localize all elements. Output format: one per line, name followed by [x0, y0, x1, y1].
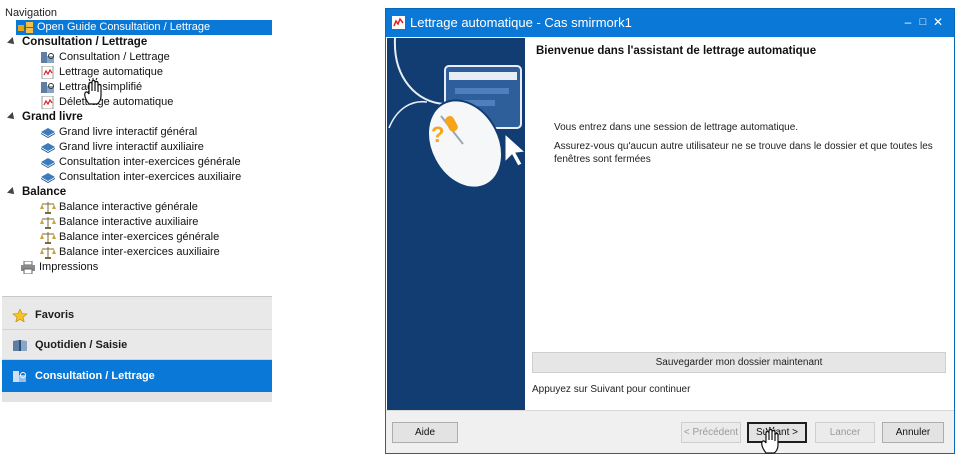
section-label: Consultation / Lettrage — [35, 370, 155, 382]
consultation-icon — [40, 51, 56, 64]
cancel-button[interactable]: Annuler — [882, 422, 944, 443]
open-book-icon — [12, 339, 28, 352]
tree-item-label: Impressions — [39, 261, 99, 273]
section-partial[interactable] — [2, 392, 272, 402]
balance-scale-icon — [40, 216, 56, 229]
collapse-arrow-icon[interactable] — [7, 187, 17, 197]
printer-icon — [20, 260, 36, 274]
tree-group-grand-livre[interactable]: Grand livre — [2, 110, 272, 125]
continue-hint: Appuyez sur Suivant pour continuer — [532, 384, 691, 395]
minimize-button[interactable]: – — [902, 13, 914, 31]
tree-item-label: Balance interactive générale — [59, 201, 198, 213]
ledger-book-icon — [40, 126, 56, 139]
tree-item-balance-interactive-generale[interactable]: Balance interactive générale — [2, 200, 272, 215]
tree-item-grand-livre-general[interactable]: Grand livre interactif général — [2, 125, 272, 140]
section-favoris[interactable]: Favoris — [2, 300, 272, 330]
mouse-illustration-icon: ? — [388, 38, 525, 189]
tree-item-label: Lettrage automatique — [59, 66, 163, 78]
wizard-side-banner: ? — [387, 38, 525, 410]
tree-item-label: Consultation inter-exercices générale — [59, 156, 241, 168]
tree-item-balance-inter-exercices-auxiliaire[interactable]: Balance inter-exercices auxiliaire — [2, 245, 272, 260]
ledger-book-icon — [40, 141, 56, 154]
tree-item-consultation-lettrage[interactable]: Consultation / Lettrage — [2, 50, 272, 65]
navigation-tree: Open Guide Consultation / Lettrage Consu… — [2, 20, 272, 275]
title-bar[interactable]: Lettrage automatique - Cas smirmork1 – □… — [386, 9, 954, 37]
consultation-icon — [40, 81, 56, 94]
wizard-heading: Bienvenue dans l'assistant de lettrage a… — [536, 45, 817, 57]
section-label: Favoris — [35, 309, 75, 321]
tree-item-label: Consultation / Lettrage — [59, 51, 170, 63]
balance-scale-icon — [40, 201, 56, 214]
launch-button[interactable]: Lancer — [815, 422, 875, 443]
maximize-button[interactable]: □ — [917, 13, 929, 31]
help-button[interactable]: Aide — [392, 422, 458, 443]
tree-item-label: Grand livre interactif auxiliaire — [59, 141, 204, 153]
hand-cursor-icon — [761, 426, 779, 454]
section-label: Quotidien / Saisie — [35, 339, 128, 351]
tree-item-label: Open Guide Consultation / Lettrage — [37, 21, 211, 33]
intro-text: Vous entrez dans une session de lettrage… — [554, 122, 799, 133]
tree-item-balance-inter-exercices-generale[interactable]: Balance inter-exercices générale — [2, 230, 272, 245]
ledger-book-icon — [40, 171, 56, 184]
tree-item-inter-exercices-auxiliaire[interactable]: Consultation inter-exercices auxiliaire — [2, 170, 272, 185]
navigation-title: Navigation — [5, 7, 57, 19]
tree-item-balance-interactive-auxiliaire[interactable]: Balance interactive auxiliaire — [2, 215, 272, 230]
window-title: Lettrage automatique - Cas smirmork1 — [410, 15, 632, 30]
ledger-book-icon — [40, 156, 56, 169]
tree-item-inter-exercices-generale[interactable]: Consultation inter-exercices générale — [2, 155, 272, 170]
star-icon — [12, 308, 28, 322]
tree-item-label: Grand livre interactif général — [59, 126, 198, 138]
wizard-window: Lettrage automatique - Cas smirmork1 – □… — [385, 8, 955, 454]
tree-item-label: Délettrage automatique — [59, 96, 174, 108]
navigation-sections: Favoris Quotidien / Saisie Consultation … — [2, 296, 272, 402]
tree-group-label: Balance — [22, 186, 67, 198]
collapse-arrow-icon[interactable] — [7, 37, 17, 47]
hand-cursor-icon — [84, 77, 102, 105]
tree-group-label: Grand livre — [22, 111, 83, 123]
guide-icon — [18, 21, 34, 34]
tree-item-lettrage-simplifie[interactable]: Lettrage simplifié — [2, 80, 272, 95]
balance-scale-icon — [40, 246, 56, 259]
section-quotidien-saisie[interactable]: Quotidien / Saisie — [2, 330, 272, 360]
section-consultation-lettrage[interactable]: Consultation / Lettrage — [2, 360, 272, 392]
tree-item-label: Balance inter-exercices auxiliaire — [59, 246, 220, 258]
consultation-icon — [12, 370, 28, 383]
close-button[interactable]: ✕ — [932, 13, 944, 31]
wizard-button-bar: Aide < Précédent Suivant > Lancer Annule… — [386, 410, 954, 453]
previous-button[interactable]: < Précédent — [681, 422, 741, 443]
collapse-arrow-icon[interactable] — [7, 112, 17, 122]
balance-scale-icon — [40, 231, 56, 244]
tree-item-grand-livre-auxiliaire[interactable]: Grand livre interactif auxiliaire — [2, 140, 272, 155]
warning-text: Assurez-vous qu'aucun autre utilisateur … — [554, 141, 933, 165]
tree-item-label: Consultation inter-exercices auxiliaire — [59, 171, 242, 183]
tree-item-delettrage-automatique[interactable]: Délettrage automatique — [2, 95, 272, 110]
tree-item-lettrage-automatique[interactable]: Lettrage automatique — [2, 65, 272, 80]
tree-item-label: Balance interactive auxiliaire — [59, 216, 199, 228]
svg-text:?: ? — [431, 122, 444, 147]
tree-item-label: Balance inter-exercices générale — [59, 231, 220, 243]
tree-item-impressions[interactable]: Impressions — [2, 260, 272, 275]
tree-group-consultation-lettrage[interactable]: Consultation / Lettrage — [2, 35, 272, 50]
lettrage-doc-icon — [40, 95, 56, 109]
lettrage-doc-icon — [40, 65, 56, 79]
tree-item-open-guide[interactable]: Open Guide Consultation / Lettrage — [16, 20, 272, 35]
app-icon — [392, 16, 405, 29]
tree-group-balance[interactable]: Balance — [2, 185, 272, 200]
save-dossier-button[interactable]: Sauvegarder mon dossier maintenant — [532, 352, 946, 373]
tree-group-label: Consultation / Lettrage — [22, 36, 148, 48]
wizard-content: Bienvenue dans l'assistant de lettrage a… — [532, 38, 952, 410]
